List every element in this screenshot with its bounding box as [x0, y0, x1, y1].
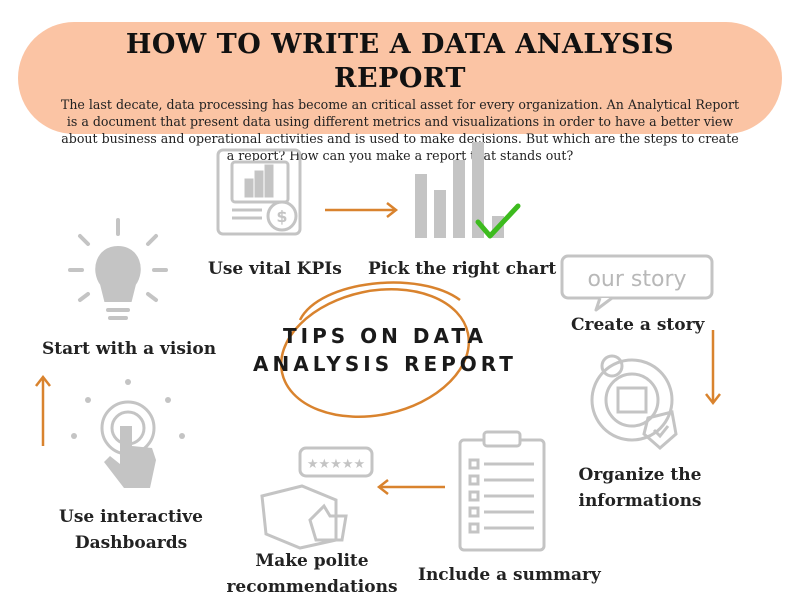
touch-dashboard-icon: [71, 379, 185, 488]
svg-text:★★★★★: ★★★★★: [307, 457, 365, 472]
story-card-icon: our story: [560, 254, 714, 312]
center-title-line1: TIPS ON DATA: [283, 324, 487, 348]
step-label-dashboards-line2: Dashboards: [74, 533, 188, 553]
step-label-use-interactive-dashboards: Use interactive Dashboards: [56, 504, 206, 556]
clipboard-summary-icon: [458, 430, 546, 552]
step-label-include-summary: Include a summary: [418, 565, 601, 585]
svg-text:$: $: [276, 207, 287, 226]
bar-chart-icon: [415, 142, 504, 238]
step-label-organize-informations: Organize the informations: [570, 462, 710, 514]
step-label-organize-line1: Organize the: [578, 465, 702, 485]
lightbulb-vision-icon: [68, 218, 168, 320]
step-label-make-polite-recommendations: Make polite recommendations: [222, 548, 402, 600]
center-title: TIPS ON DATA ANALYSIS REPORT: [240, 322, 530, 378]
center-title-line2: ANALYSIS REPORT: [253, 352, 517, 376]
arrow-left-icon: [376, 479, 445, 495]
rating-recommendation-icon: ★★★★★: [260, 446, 374, 550]
kpi-document-icon: $: [216, 148, 302, 236]
step-label-start-with-vision: Start with a vision: [42, 339, 217, 359]
step-label-organize-line2: informations: [578, 491, 702, 511]
step-label-recommendations-line2: recommendations: [226, 577, 398, 597]
step-label-pick-right-chart: Pick the right chart: [368, 259, 557, 279]
step-label-use-vital-kpis: Use vital KPIs: [208, 259, 342, 279]
step-label-recommendations-line1: Make polite: [255, 551, 369, 571]
arrow-right-icon: [325, 202, 399, 218]
gear-organize-icon: [590, 354, 678, 450]
step-label-create-story: Create a story: [571, 315, 705, 335]
arrow-up-icon: [35, 374, 51, 446]
step-label-dashboards-line1: Use interactive: [59, 507, 203, 527]
arrow-down-icon: [705, 330, 721, 406]
story-card-text: our story: [587, 267, 686, 292]
